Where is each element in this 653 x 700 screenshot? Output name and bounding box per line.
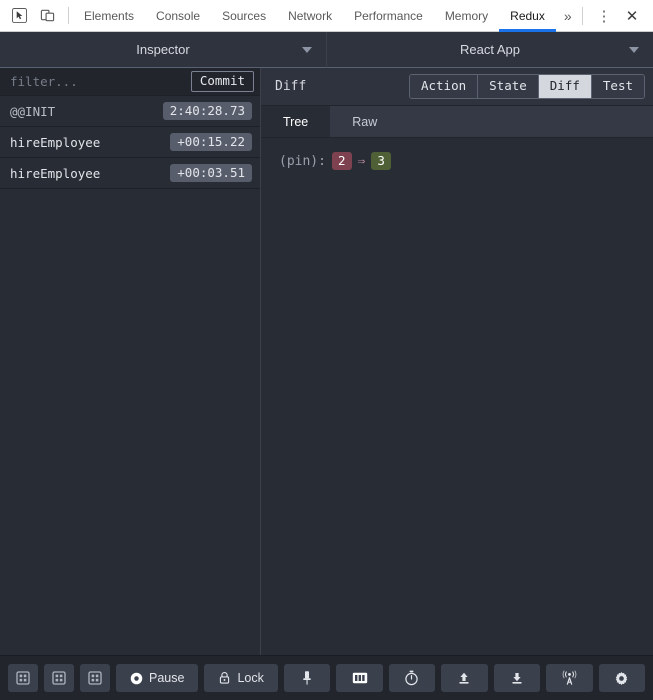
- dispatch-icon: [352, 672, 368, 684]
- settings-button[interactable]: [598, 664, 646, 692]
- tab-console[interactable]: Console: [145, 0, 211, 31]
- action-row[interactable]: @@INIT 2:40:28.73: [0, 96, 260, 127]
- action-row[interactable]: hireEmployee +00:03.51: [0, 158, 260, 189]
- import-button[interactable]: [441, 664, 488, 692]
- tab-redux[interactable]: Redux: [499, 0, 556, 32]
- dispatcher-button[interactable]: [336, 664, 383, 692]
- toolbar-divider: [68, 7, 69, 24]
- tab-memory[interactable]: Memory: [434, 0, 499, 31]
- slider-monitor-button[interactable]: [388, 664, 436, 692]
- redux-devtools-window: Elements Console Sources Network Perform…: [0, 0, 653, 700]
- kebab-menu-icon[interactable]: ⋮: [591, 3, 617, 29]
- action-name: hireEmployee: [10, 134, 101, 150]
- tab-sources[interactable]: Sources: [211, 0, 277, 31]
- action-timestamp: 2:40:28.73: [162, 101, 252, 121]
- diff-arrow-icon: ⇒: [357, 153, 366, 169]
- filter-row: Commit: [0, 68, 260, 96]
- timer-icon: [404, 670, 419, 686]
- tab-test[interactable]: Test: [591, 74, 644, 99]
- monitor-select[interactable]: Inspector: [0, 32, 327, 68]
- pin-button[interactable]: [283, 664, 331, 692]
- pause-button[interactable]: Pause: [116, 664, 199, 692]
- record-icon: [130, 672, 143, 685]
- inspector-topbar: Diff Action State Diff Test: [261, 68, 653, 106]
- tab-console-label: Console: [156, 8, 201, 23]
- tab-diff[interactable]: Diff: [538, 74, 592, 99]
- bottom-toolbar: Pause Lock: [0, 655, 653, 700]
- tab-network-label: Network: [288, 8, 333, 23]
- layout-two-icon[interactable]: [44, 664, 74, 692]
- gear-icon: [614, 671, 629, 686]
- tab-elements[interactable]: Elements: [73, 0, 145, 31]
- layout-three-icon[interactable]: [80, 664, 110, 692]
- diff-new-value: 3: [371, 152, 391, 170]
- devtools-tab-strip: Elements Console Sources Network Perform…: [73, 0, 576, 32]
- action-name: @@INIT: [10, 103, 56, 119]
- inspector-subtabs: Tree Raw: [261, 106, 653, 138]
- action-timestamp: +00:15.22: [170, 132, 252, 152]
- tab-memory-label: Memory: [444, 8, 489, 23]
- redux-panel-header: Inspector React App: [0, 32, 653, 68]
- tab-redux-label: Redux: [510, 8, 545, 23]
- chevron-down-icon: [302, 46, 312, 53]
- devtools-toolbar: Elements Console Sources Network Perform…: [0, 0, 653, 32]
- filter-input[interactable]: [10, 74, 191, 89]
- inspector-title: Diff: [275, 79, 307, 94]
- action-list: @@INIT 2:40:28.73 hireEmployee +00:15.22…: [0, 96, 260, 655]
- diff-content: (pin): 2 ⇒ 3: [261, 138, 653, 655]
- devtools-right-controls: ⋮ ✕: [576, 0, 653, 31]
- lock-button[interactable]: Lock: [204, 664, 278, 692]
- lock-icon: [218, 671, 231, 685]
- diff-old-value: 2: [331, 152, 352, 170]
- download-icon: [510, 671, 524, 685]
- tab-elements-label: Elements: [84, 8, 135, 23]
- action-list-pane: Commit @@INIT 2:40:28.73 hireEmployee +0…: [0, 68, 261, 655]
- export-button[interactable]: [493, 664, 541, 692]
- action-timestamp: +00:03.51: [170, 163, 252, 183]
- monitor-select-label: Inspector: [136, 42, 190, 57]
- broadcast-icon: [561, 670, 578, 686]
- inspector-tab-group: Action State Diff Test: [408, 73, 645, 100]
- tab-performance[interactable]: Performance: [343, 0, 434, 31]
- instance-select-label: React App: [460, 42, 520, 57]
- tab-network[interactable]: Network: [277, 0, 343, 31]
- lock-button-label: Lock: [237, 671, 264, 685]
- pause-button-label: Pause: [149, 671, 185, 685]
- tab-action[interactable]: Action: [409, 74, 479, 99]
- instance-select[interactable]: React App: [327, 32, 653, 68]
- action-row[interactable]: hireEmployee +00:15.22: [0, 127, 260, 158]
- device-toolbar-icon[interactable]: [34, 3, 60, 29]
- tab-sources-label: Sources: [222, 8, 267, 23]
- devtools-tool-icons: [0, 0, 64, 31]
- action-name: hireEmployee: [10, 165, 101, 181]
- diff-key: (pin):: [279, 153, 326, 169]
- inspect-element-icon[interactable]: [6, 3, 32, 29]
- panel-body: Commit @@INIT 2:40:28.73 hireEmployee +0…: [0, 68, 653, 655]
- right-controls-divider: [582, 6, 583, 25]
- subtab-tree[interactable]: Tree: [261, 106, 331, 137]
- chevron-down-icon: [629, 46, 639, 53]
- layout-one-icon[interactable]: [8, 664, 38, 692]
- inspector-pane: Diff Action State Diff Test Tree Raw (pi…: [261, 68, 653, 655]
- close-icon[interactable]: ✕: [619, 3, 645, 29]
- diff-row: (pin): 2 ⇒ 3: [279, 152, 635, 170]
- upload-icon: [457, 671, 471, 685]
- tab-state[interactable]: State: [478, 74, 539, 99]
- pin-icon: [300, 670, 314, 686]
- remote-button[interactable]: [546, 664, 593, 692]
- commit-button[interactable]: Commit: [190, 71, 254, 92]
- subtab-raw[interactable]: Raw: [330, 106, 399, 137]
- tab-performance-label: Performance: [354, 8, 423, 23]
